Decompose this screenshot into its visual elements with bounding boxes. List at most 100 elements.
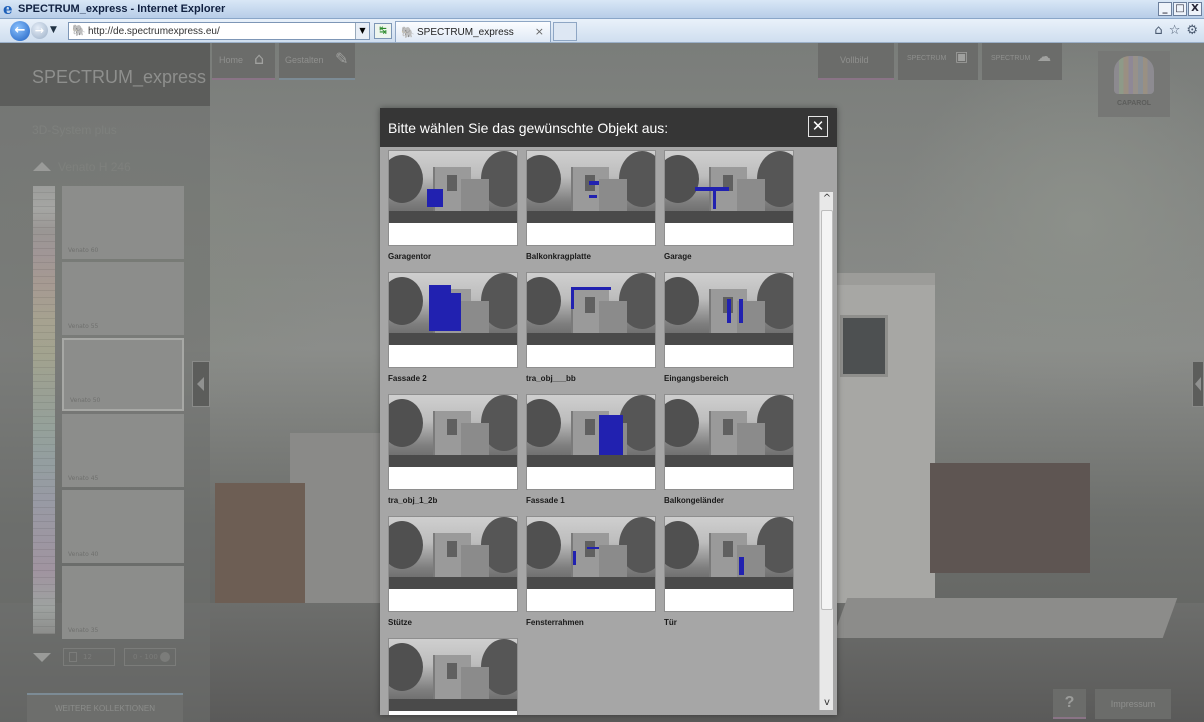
dialog-close-button[interactable]: ✕ bbox=[808, 116, 828, 137]
gestalten-button[interactable]: Gestalten ✎ bbox=[279, 43, 355, 80]
preview-road bbox=[665, 333, 793, 345]
object-highlight bbox=[727, 299, 731, 323]
object-tile[interactable] bbox=[664, 516, 794, 612]
object-label[interactable]: Balkongeländer bbox=[664, 496, 724, 505]
help-button[interactable]: ? bbox=[1053, 689, 1086, 719]
object-preview-image bbox=[665, 151, 793, 223]
dialog-scrollbar[interactable]: ^ v bbox=[819, 192, 833, 710]
gear-icon[interactable]: ⚙ bbox=[1186, 23, 1198, 38]
preview-road bbox=[389, 333, 517, 345]
object-tile[interactable] bbox=[388, 272, 518, 368]
preview-garage bbox=[461, 301, 489, 335]
url-text[interactable]: http://de.spectrumexpress.eu/ bbox=[88, 26, 220, 37]
app-logo-box[interactable]: SPECTRUM_express bbox=[0, 43, 210, 106]
object-label[interactable]: Eingangsbereich bbox=[664, 374, 728, 383]
object-label[interactable]: tra_obj___bb bbox=[526, 374, 576, 383]
home-icon[interactable]: ⌂ bbox=[1154, 23, 1162, 38]
favorites-star-icon[interactable]: ☆ bbox=[1169, 23, 1181, 38]
object-tile[interactable] bbox=[664, 150, 794, 246]
object-label[interactable]: Fensterrahmen bbox=[526, 618, 584, 627]
object-tile[interactable] bbox=[526, 394, 656, 490]
forward-button[interactable]: → bbox=[31, 22, 48, 39]
compatibility-view-icon[interactable]: ↹ bbox=[374, 23, 392, 39]
close-tab-icon[interactable]: × bbox=[535, 25, 544, 38]
lightness-range-field[interactable]: 0 - 100 bbox=[124, 648, 176, 666]
preview-tree bbox=[527, 521, 561, 569]
home-label: Home bbox=[219, 55, 244, 65]
object-preview-image bbox=[527, 395, 655, 467]
object-label[interactable]: Fassade 1 bbox=[526, 496, 565, 505]
spectrum-cloud-label: SPECTRUM bbox=[991, 55, 1031, 62]
preview-tree bbox=[389, 521, 423, 569]
range-icon bbox=[160, 652, 170, 662]
more-collections-button[interactable]: WEITERE KOLLEKTIONEN bbox=[27, 693, 183, 722]
collection-down-arrow-icon[interactable] bbox=[33, 653, 51, 662]
object-preview-image bbox=[389, 273, 517, 345]
object-highlight bbox=[599, 415, 623, 455]
preview-window bbox=[447, 541, 457, 557]
object-label[interactable]: Tür bbox=[664, 618, 677, 627]
object-highlight bbox=[427, 189, 443, 207]
address-dropdown-icon[interactable]: ▼ bbox=[355, 23, 369, 39]
maximize-button[interactable]: □ bbox=[1173, 2, 1187, 16]
color-spectrum-strip[interactable] bbox=[33, 186, 55, 634]
page-number-field[interactable]: 12 bbox=[63, 648, 115, 666]
object-tile[interactable] bbox=[664, 394, 794, 490]
preview-road bbox=[527, 333, 655, 345]
object-tile[interactable] bbox=[388, 516, 518, 612]
color-swatch[interactable]: Venato 45 bbox=[62, 414, 184, 487]
preview-road bbox=[389, 699, 517, 711]
object-label[interactable]: Garage bbox=[664, 252, 692, 261]
scroll-up-icon[interactable]: ^ bbox=[820, 192, 834, 206]
color-swatch[interactable]: Venato 60 bbox=[62, 186, 184, 259]
back-button[interactable]: ← bbox=[10, 21, 30, 41]
preview-tree bbox=[665, 277, 699, 325]
home-button[interactable]: Home ⌂ bbox=[212, 43, 275, 80]
object-tile[interactable] bbox=[664, 272, 794, 368]
object-highlight bbox=[739, 299, 743, 323]
object-preview-image bbox=[527, 517, 655, 589]
color-swatch[interactable]: Venato 40 bbox=[62, 490, 184, 563]
fullscreen-button[interactable]: Vollbild bbox=[818, 43, 894, 80]
minimize-button[interactable]: _ bbox=[1158, 2, 1172, 16]
color-swatch[interactable]: Venato 55 bbox=[62, 262, 184, 335]
collection-up-arrow-icon[interactable] bbox=[33, 162, 51, 171]
brush-icon: ✎ bbox=[335, 49, 349, 68]
object-tile[interactable] bbox=[526, 272, 656, 368]
object-tile[interactable] bbox=[526, 516, 656, 612]
forward-arrow-icon: → bbox=[34, 24, 45, 37]
scroll-thumb[interactable] bbox=[821, 210, 833, 610]
color-swatch[interactable]: Venato 35 bbox=[62, 566, 184, 639]
dialog-title: Bitte wählen Sie das gewünschte Objekt a… bbox=[388, 120, 669, 136]
object-preview-image bbox=[665, 273, 793, 345]
object-label[interactable]: Balkonkragplatte bbox=[526, 252, 591, 261]
object-tile[interactable] bbox=[526, 150, 656, 246]
impressum-button[interactable]: Impressum bbox=[1095, 689, 1171, 719]
swatch-label: Venato 50 bbox=[70, 397, 101, 404]
object-label[interactable]: Stütze bbox=[388, 618, 412, 627]
collapse-sidebar-left-button[interactable] bbox=[192, 361, 210, 407]
spectrum-tv-button[interactable]: SPECTRUM ▣ bbox=[898, 43, 978, 80]
object-tile[interactable] bbox=[388, 638, 518, 715]
object-label[interactable]: Fassade 2 bbox=[388, 374, 427, 383]
object-grid: Garagentor Balkonkragplatte Garage Fassade … bbox=[388, 150, 808, 715]
cloud-icon: ☁ bbox=[1037, 49, 1051, 65]
address-bar[interactable]: 🐘 http://de.spectrumexpress.eu/ ▼ bbox=[68, 22, 370, 40]
new-tab-button[interactable] bbox=[553, 22, 577, 41]
object-label[interactable]: tra_obj_1_2b bbox=[388, 496, 437, 505]
preview-window bbox=[447, 175, 457, 191]
object-label[interactable]: Garagentor bbox=[388, 252, 431, 261]
spectrum-cloud-button[interactable]: SPECTRUM ☁ bbox=[982, 43, 1062, 80]
window-title: SPECTRUM_express - Internet Explorer bbox=[18, 3, 226, 15]
tab-title: SPECTRUM_express bbox=[417, 27, 514, 38]
preview-tree bbox=[527, 277, 561, 325]
object-tile[interactable] bbox=[388, 394, 518, 490]
close-window-button[interactable]: X bbox=[1188, 2, 1202, 16]
app-page: SPECTRUM_express 3D-System plus Venato H… bbox=[0, 43, 1204, 722]
scroll-down-icon[interactable]: v bbox=[820, 696, 834, 710]
collapse-sidebar-right-button[interactable] bbox=[1192, 361, 1204, 407]
object-tile[interactable] bbox=[388, 150, 518, 246]
color-swatch-selected[interactable]: Venato 50 bbox=[62, 338, 184, 411]
browser-tab[interactable]: 🐘 SPECTRUM_express × bbox=[395, 21, 551, 42]
history-dropdown-icon[interactable]: ▼ bbox=[50, 25, 57, 35]
